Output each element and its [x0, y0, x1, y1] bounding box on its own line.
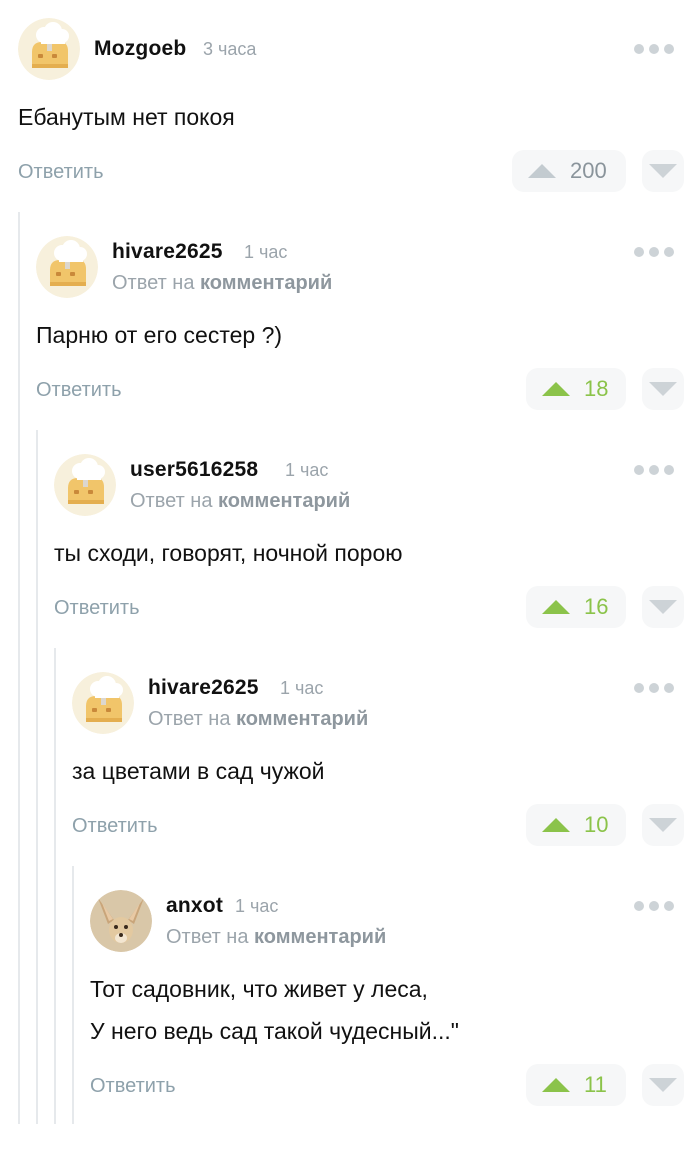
- vote-up-button[interactable]: 10: [526, 804, 626, 846]
- avatar[interactable]: [18, 18, 80, 80]
- reply-button[interactable]: Ответить: [72, 815, 158, 838]
- comment-time: 1 час: [244, 242, 288, 262]
- arrow-up-icon: [542, 382, 570, 396]
- reply-button[interactable]: Ответить: [54, 597, 140, 620]
- comment-text: Парню от его сестер ?): [36, 314, 282, 356]
- comment-text: ты сходи, говорят, ночной порою: [54, 532, 403, 574]
- thread-line-level-3: [54, 648, 56, 1124]
- reply-to-label: Ответ на комментарий: [166, 926, 387, 948]
- reply-to-label: Ответ на комментарий: [148, 708, 369, 730]
- reply-to-comment-link[interactable]: комментарий: [254, 926, 386, 948]
- vote-up-button[interactable]: 16: [526, 586, 626, 628]
- vote-down-button[interactable]: [642, 150, 684, 192]
- username[interactable]: anxot: [166, 894, 223, 918]
- reply-to-comment-link[interactable]: комментарий: [200, 272, 332, 294]
- vote-count: 16: [584, 594, 609, 619]
- arrow-up-icon: [542, 600, 570, 614]
- reply-button[interactable]: Ответить: [18, 161, 104, 184]
- comment-text: Ебанутым нет покоя: [18, 96, 235, 138]
- comment-time: 3 часа: [203, 39, 257, 59]
- more-options-icon[interactable]: [634, 900, 674, 912]
- thread-line-level-1: [18, 212, 20, 1124]
- vote-up-button[interactable]: 11: [526, 1064, 626, 1106]
- reply-to-comment-link[interactable]: комментарий: [236, 708, 368, 730]
- more-options-icon[interactable]: [634, 682, 674, 694]
- comment-text: Тот садовник, что живет у леса, У него ве…: [90, 968, 459, 1052]
- avatar[interactable]: [90, 890, 152, 952]
- vote-down-button[interactable]: [642, 368, 684, 410]
- reply-button[interactable]: Ответить: [90, 1075, 176, 1098]
- comment-text-line: за цветами в сад чужой: [72, 758, 325, 784]
- more-options-icon[interactable]: [634, 246, 674, 258]
- more-options-icon[interactable]: [634, 464, 674, 476]
- comment-time: 1 час: [280, 678, 324, 698]
- toast-chef-icon: [54, 454, 116, 516]
- arrow-up-icon: [542, 818, 570, 832]
- comment-text-line: Парню от его сестер ?): [36, 322, 283, 348]
- arrow-up-icon: [542, 1078, 570, 1092]
- username[interactable]: Mozgoeb: [94, 37, 186, 61]
- avatar[interactable]: [54, 454, 116, 516]
- vote-count: 10: [584, 812, 609, 837]
- username[interactable]: user5616258: [130, 458, 258, 482]
- vote-count: 18: [584, 376, 609, 401]
- more-options-icon[interactable]: [634, 43, 674, 55]
- comment-time: 1 час: [235, 896, 279, 916]
- vote-count: 200: [570, 158, 607, 183]
- vote-up-button[interactable]: 18: [526, 368, 626, 410]
- username[interactable]: hivare2625: [112, 240, 223, 264]
- arrow-down-icon: [649, 818, 677, 832]
- avatar[interactable]: [72, 672, 134, 734]
- vote-down-button[interactable]: [642, 804, 684, 846]
- vote-down-button[interactable]: [642, 1064, 684, 1106]
- arrow-down-icon: [649, 1078, 677, 1092]
- comment-text-line: Ебанутым нет покоя: [18, 104, 235, 130]
- arrow-up-icon: [528, 164, 556, 178]
- arrow-down-icon: [649, 164, 677, 178]
- comment-text-line: ты сходи, говорят, ночной порою: [54, 540, 403, 566]
- reply-to-label: Ответ на комментарий: [112, 272, 333, 294]
- comment-text-line: Тот садовник, что живет у леса,: [90, 976, 428, 1002]
- thread-line-level-4: [72, 866, 74, 1124]
- comment-text-line: У него ведь сад такой чудесный...": [90, 1018, 459, 1044]
- toast-chef-icon: [36, 236, 98, 298]
- comment-text: за цветами в сад чужой: [72, 750, 324, 792]
- username[interactable]: hivare2625: [148, 676, 259, 700]
- toast-chef-icon: [72, 672, 134, 734]
- vote-down-button[interactable]: [642, 586, 684, 628]
- comment-time: 1 час: [285, 460, 329, 480]
- arrow-down-icon: [649, 600, 677, 614]
- avatar[interactable]: [36, 236, 98, 298]
- fennec-fox-icon: [90, 890, 152, 952]
- reply-button[interactable]: Ответить: [36, 379, 122, 402]
- arrow-down-icon: [649, 382, 677, 396]
- vote-up-button[interactable]: 200: [512, 150, 626, 192]
- reply-to-label: Ответ на комментарий: [130, 490, 351, 512]
- toast-chef-icon: [18, 18, 80, 80]
- thread-line-level-2: [36, 430, 38, 1124]
- reply-to-comment-link[interactable]: комментарий: [218, 490, 350, 512]
- vote-count: 11: [584, 1072, 607, 1097]
